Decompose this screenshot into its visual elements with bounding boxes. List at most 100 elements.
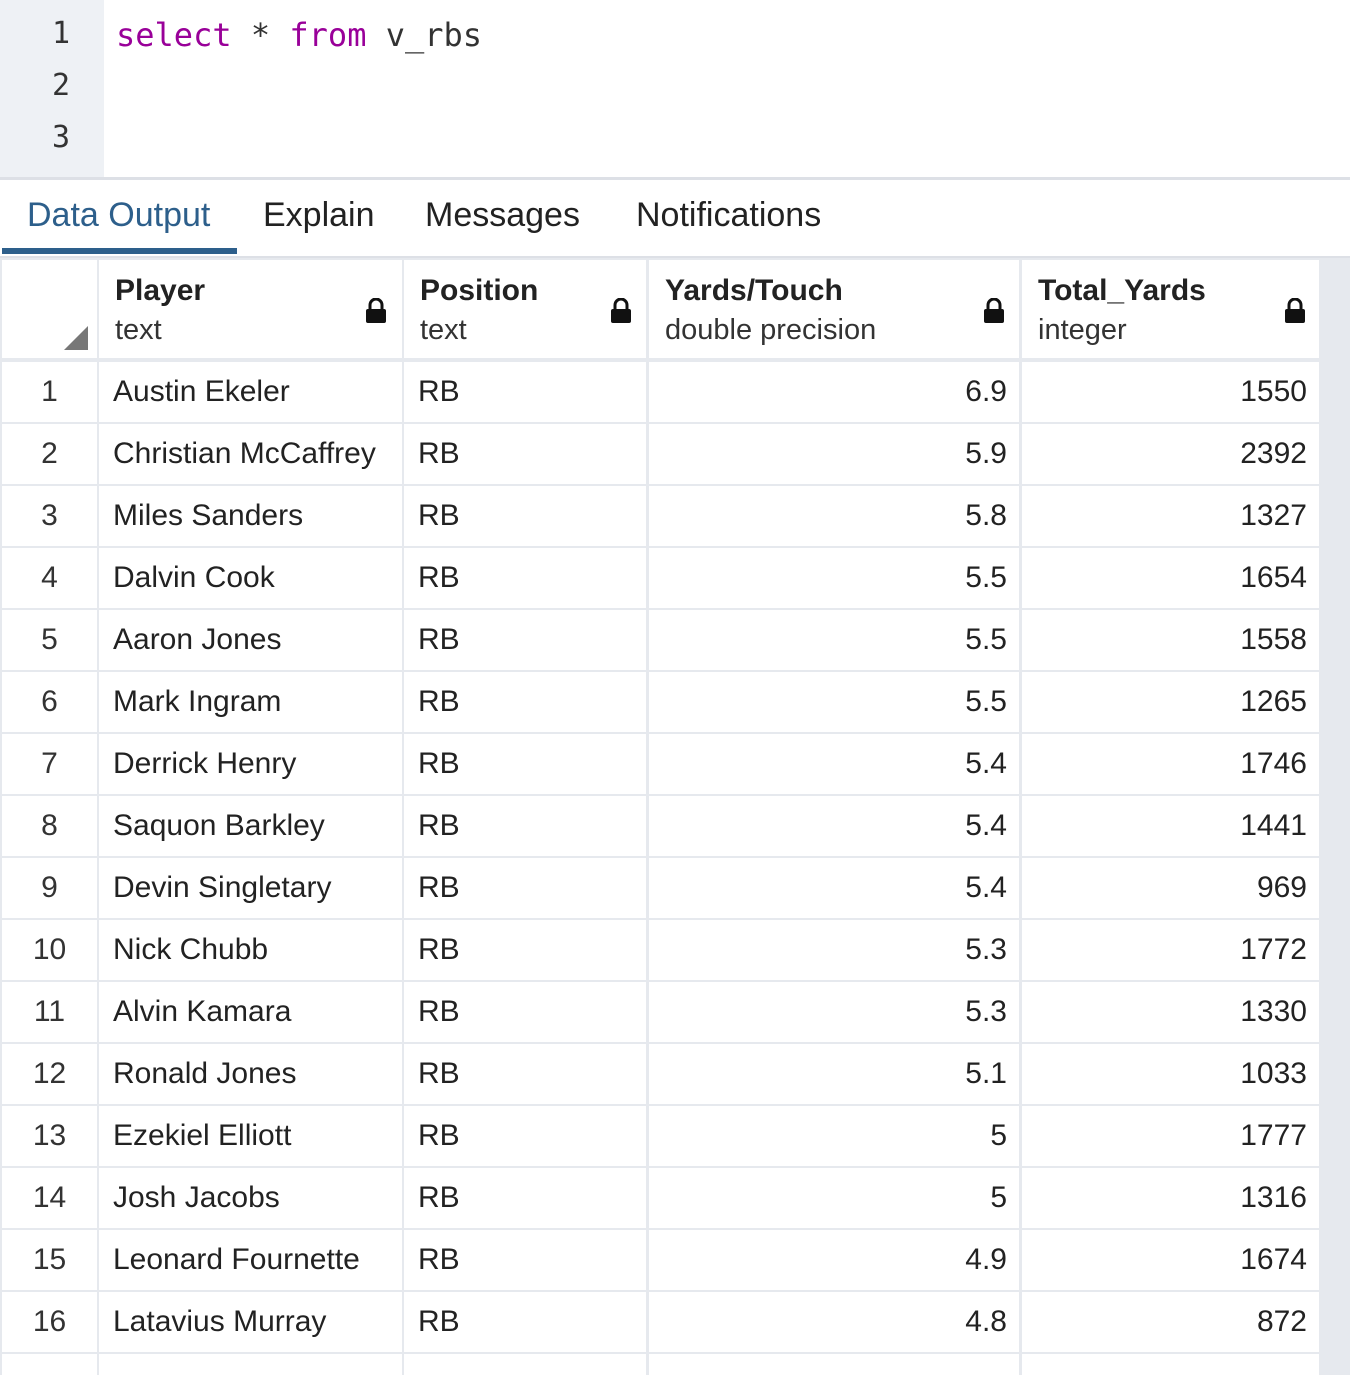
cell-total-yards[interactable]: 2392 [1022,424,1319,484]
row-number[interactable]: 5 [2,610,97,670]
row-number[interactable]: 15 [2,1230,97,1290]
cell-yards-touch[interactable]: 5.1 [649,1044,1019,1104]
table-row[interactable]: 16 Latavius Murray RB 4.8 872 [0,1292,1350,1352]
cell-position[interactable]: RB [404,796,646,856]
cell-position[interactable]: RB [404,672,646,732]
cell-position[interactable]: RB [404,982,646,1042]
cell-total-yards[interactable]: 872 [1022,1292,1319,1352]
cell-position[interactable]: RB [404,424,646,484]
cell-yards-touch[interactable]: 5.4 [649,858,1019,918]
row-number[interactable]: 3 [2,486,97,546]
query-line[interactable]: select * from v_rbs [116,16,482,54]
cell-yards-touch[interactable]: 5 [649,1168,1019,1228]
cell-yards-touch[interactable]: 5.3 [649,982,1019,1042]
cell-position[interactable] [404,1354,646,1375]
row-number[interactable]: 13 [2,1106,97,1166]
table-row[interactable]: 1 Austin Ekeler RB 6.9 1550 [0,362,1350,422]
row-number[interactable]: 2 [2,424,97,484]
cell-total-yards[interactable]: 1327 [1022,486,1319,546]
tab-data-output[interactable]: Data Output [27,196,210,235]
row-number[interactable]: 1 [2,362,97,422]
cell-position[interactable]: RB [404,548,646,608]
row-number[interactable] [2,1354,97,1375]
cell-total-yards[interactable]: 1265 [1022,672,1319,732]
cell-yards-touch[interactable]: 5.5 [649,672,1019,732]
cell-player[interactable]: Nick Chubb [99,920,402,980]
table-row[interactable]: 8 Saquon Barkley RB 5.4 1441 [0,796,1350,856]
cell-position[interactable]: RB [404,610,646,670]
row-number[interactable]: 6 [2,672,97,732]
tab-notifications[interactable]: Notifications [636,196,821,235]
cell-player[interactable]: Alvin Kamara [99,982,402,1042]
cell-position[interactable]: RB [404,734,646,794]
row-number[interactable]: 14 [2,1168,97,1228]
cell-yards-touch[interactable]: 5.5 [649,610,1019,670]
cell-position[interactable]: RB [404,362,646,422]
cell-yards-touch[interactable]: 5.4 [649,734,1019,794]
cell-player[interactable]: Devin Singletary [99,858,402,918]
cell-total-yards[interactable]: 1654 [1022,548,1319,608]
row-number[interactable]: 8 [2,796,97,856]
cell-position[interactable]: RB [404,1292,646,1352]
cell-yards-touch[interactable]: 5 [649,1106,1019,1166]
cell-player[interactable]: Christian McCaffrey [99,424,402,484]
cell-total-yards[interactable]: 1033 [1022,1044,1319,1104]
cell-total-yards[interactable]: 1746 [1022,734,1319,794]
cell-yards-touch[interactable]: 4.9 [649,1230,1019,1290]
cell-yards-touch[interactable]: 5.4 [649,796,1019,856]
cell-yards-touch[interactable]: 5.9 [649,424,1019,484]
row-number[interactable]: 4 [2,548,97,608]
tab-messages[interactable]: Messages [425,196,580,235]
cell-player[interactable]: Saquon Barkley [99,796,402,856]
column-header-position[interactable]: Position text [404,260,646,358]
column-header-player[interactable]: Player text [99,260,402,358]
table-row[interactable]: 4 Dalvin Cook RB 5.5 1654 [0,548,1350,608]
select-all-corner[interactable] [2,260,97,358]
cell-total-yards[interactable]: 1441 [1022,796,1319,856]
table-row[interactable]: 11 Alvin Kamara RB 5.3 1330 [0,982,1350,1042]
cell-yards-touch[interactable]: 4.8 [649,1292,1019,1352]
cell-player[interactable]: Derrick Henry [99,734,402,794]
cell-player[interactable]: Austin Ekeler [99,362,402,422]
cell-position[interactable]: RB [404,920,646,980]
row-number[interactable]: 12 [2,1044,97,1104]
tab-explain[interactable]: Explain [263,196,375,235]
cell-position[interactable]: RB [404,1168,646,1228]
table-row[interactable]: 7 Derrick Henry RB 5.4 1746 [0,734,1350,794]
cell-total-yards[interactable] [1022,1354,1319,1375]
row-number[interactable]: 16 [2,1292,97,1352]
cell-player[interactable]: Dalvin Cook [99,548,402,608]
cell-player[interactable]: Mark Ingram [99,672,402,732]
table-row[interactable]: 10 Nick Chubb RB 5.3 1772 [0,920,1350,980]
cell-yards-touch[interactable] [649,1354,1019,1375]
table-row[interactable]: 6 Mark Ingram RB 5.5 1265 [0,672,1350,732]
row-number[interactable]: 9 [2,858,97,918]
cell-position[interactable]: RB [404,1230,646,1290]
table-row[interactable]: 13 Ezekiel Elliott RB 5 1777 [0,1106,1350,1166]
cell-position[interactable]: RB [404,858,646,918]
cell-total-yards[interactable]: 1772 [1022,920,1319,980]
cell-player[interactable]: Aaron Jones [99,610,402,670]
cell-total-yards[interactable]: 1330 [1022,982,1319,1042]
table-row[interactable]: 14 Josh Jacobs RB 5 1316 [0,1168,1350,1228]
cell-yards-touch[interactable]: 6.9 [649,362,1019,422]
table-row[interactable]: 9 Devin Singletary RB 5.4 969 [0,858,1350,918]
column-header-yards-touch[interactable]: Yards/Touch double precision [649,260,1019,358]
cell-total-yards[interactable]: 1674 [1022,1230,1319,1290]
row-number[interactable]: 7 [2,734,97,794]
cell-position[interactable]: RB [404,1044,646,1104]
sql-editor[interactable]: 1 2 3 select * from v_rbs [0,0,1350,178]
row-number[interactable]: 11 [2,982,97,1042]
cell-player[interactable] [99,1354,402,1375]
cell-yards-touch[interactable]: 5.8 [649,486,1019,546]
table-row[interactable]: 2 Christian McCaffrey RB 5.9 2392 [0,424,1350,484]
cell-total-yards[interactable]: 1316 [1022,1168,1319,1228]
column-header-total-yards[interactable]: Total_Yards integer [1022,260,1319,358]
table-row[interactable]: 15 Leonard Fournette RB 4.9 1674 [0,1230,1350,1290]
cell-player[interactable]: Leonard Fournette [99,1230,402,1290]
cell-yards-touch[interactable]: 5.3 [649,920,1019,980]
cell-total-yards[interactable]: 1777 [1022,1106,1319,1166]
cell-total-yards[interactable]: 1558 [1022,610,1319,670]
table-row[interactable]: 12 Ronald Jones RB 5.1 1033 [0,1044,1350,1104]
table-row[interactable]: 3 Miles Sanders RB 5.8 1327 [0,486,1350,546]
